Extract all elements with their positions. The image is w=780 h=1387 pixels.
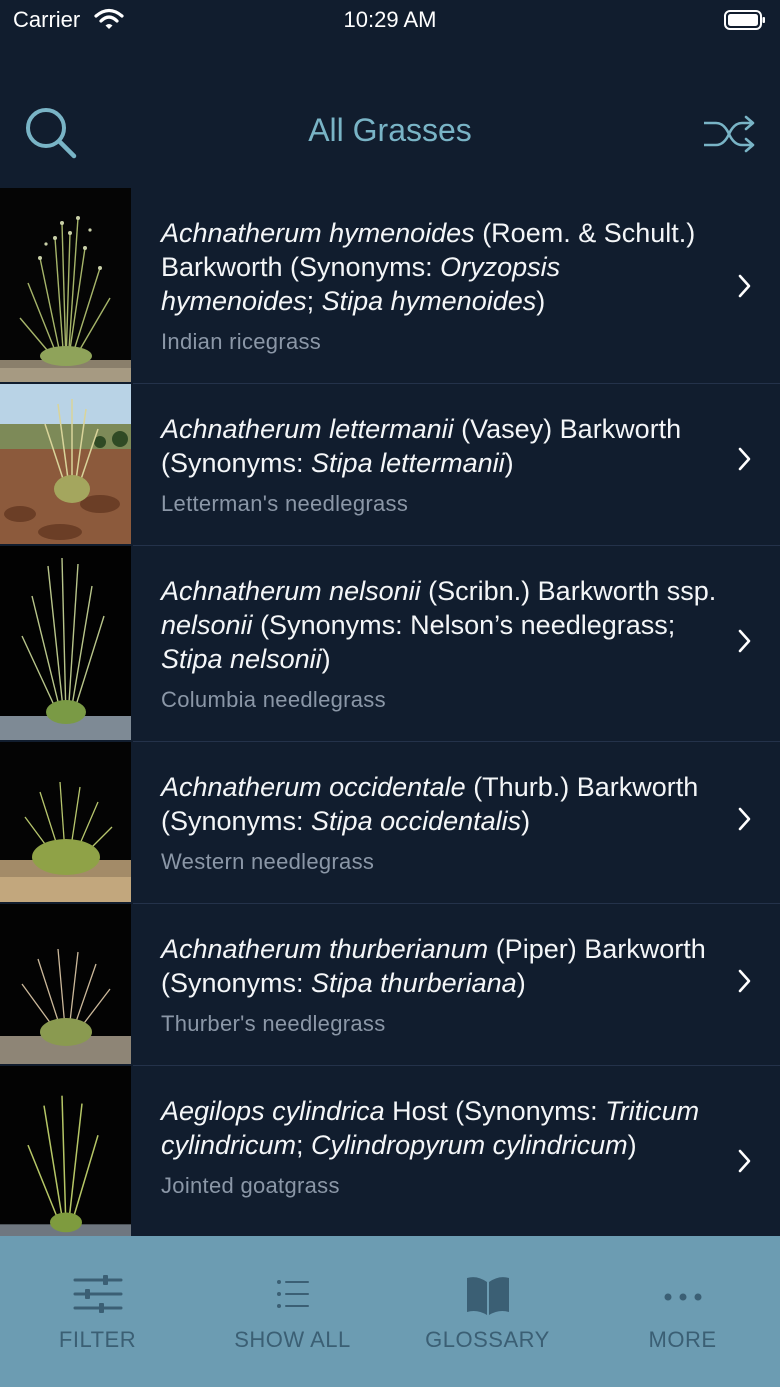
name-segment: (Scribn.) Barkworth ssp. (420, 576, 717, 606)
chevron-right-icon (738, 629, 751, 653)
name-segment: ) (321, 644, 331, 674)
grass-list[interactable]: Achnatherum hymenoides (Roem. & Schult.)… (0, 188, 780, 1236)
scientific-name: Achnatherum occidentale (Thurb.) Barkwor… (161, 770, 717, 838)
list-item[interactable]: Achnatherum lettermanii (Vasey) Barkwort… (0, 384, 780, 546)
list-icon (276, 1280, 309, 1308)
list-item[interactable]: Achnatherum nelsonii (Scribn.) Barkworth… (0, 546, 780, 742)
common-name: Jointed goatgrass (161, 1173, 340, 1198)
name-segment: ) (536, 286, 546, 316)
list-item[interactable]: Achnatherum hymenoides (Roem. & Schult.)… (0, 188, 780, 384)
grass-thumbnail (0, 742, 131, 902)
grass-thumbnail (0, 384, 131, 544)
battery-icon (724, 10, 765, 30)
name-segment: ) (516, 968, 526, 998)
name-segment: Host (Synonyms: (384, 1096, 606, 1126)
italic-name-segment: Stipa hymenoides (321, 286, 537, 316)
more-dots-icon (664, 1293, 701, 1301)
name-segment: ; (296, 1130, 312, 1160)
name-segment: ) (521, 806, 531, 836)
grass-item-text: Achnatherum thurberianum (Piper) Barkwor… (161, 932, 717, 1038)
italic-name-segment: Achnatherum nelsonii (161, 576, 421, 606)
tab-filter-label: FILTER (58, 1327, 137, 1352)
tab-show-all-label: SHOW ALL (234, 1327, 351, 1352)
scientific-name: Aegilops cylindrica Host (Synonyms: Trit… (161, 1094, 717, 1162)
scientific-name: Achnatherum lettermanii (Vasey) Barkwort… (161, 412, 717, 480)
book-icon (466, 1277, 509, 1315)
italic-name-segment: Achnatherum occidentale (161, 772, 466, 802)
grass-item-text: Achnatherum lettermanii (Vasey) Barkwort… (161, 412, 717, 518)
grass-item-text: Achnatherum occidentale (Thurb.) Barkwor… (161, 770, 717, 876)
grass-item-text: Aegilops cylindrica Host (Synonyms: Trit… (161, 1094, 717, 1200)
tab-glossary[interactable]: GLOSSARY (390, 1236, 585, 1387)
scientific-name: Achnatherum thurberianum (Piper) Barkwor… (161, 932, 717, 1000)
chevron-right-icon (738, 274, 751, 298)
grass-item-text: Achnatherum nelsonii (Scribn.) Barkworth… (161, 574, 717, 714)
tab-glossary-label: GLOSSARY (425, 1327, 550, 1352)
grass-thumbnail (0, 904, 131, 1064)
scientific-name: Achnatherum hymenoides (Roem. & Schult.)… (161, 216, 717, 318)
italic-name-segment: Stipa thurberiana (311, 968, 517, 998)
sliders-icon (73, 1275, 122, 1313)
tab-show-all[interactable]: SHOW ALL (195, 1236, 390, 1387)
grass-item-text: Achnatherum hymenoides (Roem. & Schult.)… (161, 216, 717, 356)
list-item[interactable]: Achnatherum occidentale (Thurb.) Barkwor… (0, 742, 780, 904)
grass-thumbnail (0, 1066, 131, 1236)
italic-name-segment: Stipa occidentalis (311, 806, 522, 836)
common-name: Western needlegrass (161, 849, 375, 874)
italic-name-segment: Achnatherum thurberianum (161, 934, 489, 964)
grass-thumbnail (0, 188, 131, 382)
tab-more[interactable]: MORE (585, 1236, 780, 1387)
name-segment: (Synonyms: Nelson’s needlegrass; (252, 610, 676, 640)
tab-more-label: MORE (648, 1327, 717, 1352)
list-item[interactable]: Aegilops cylindrica Host (Synonyms: Trit… (0, 1066, 780, 1236)
italic-name-segment: Stipa lettermanii (311, 448, 505, 478)
common-name: Indian ricegrass (161, 329, 322, 354)
chevron-right-icon (738, 807, 751, 831)
shuffle-icon[interactable] (702, 114, 756, 154)
italic-name-segment: nelsonii (161, 610, 253, 640)
common-name: Thurber's needlegrass (161, 1011, 386, 1036)
tab-bar: FILTER SHOW ALL GLOSSARY MORE (0, 1236, 780, 1387)
chevron-right-icon (738, 447, 751, 471)
grass-thumbnail (0, 546, 131, 740)
chevron-right-icon (738, 969, 751, 993)
italic-name-segment: Stipa nelsonii (161, 644, 322, 674)
navigation-bar: All Grasses (0, 40, 780, 188)
italic-name-segment: Achnatherum hymenoides (161, 218, 475, 248)
page-title: All Grasses (308, 112, 472, 148)
tab-filter[interactable]: FILTER (0, 1236, 195, 1387)
status-bar: Carrier 10:29 AM (0, 0, 780, 40)
italic-name-segment: Cylindropyrum cylindricum (311, 1130, 628, 1160)
common-name: Columbia needlegrass (161, 687, 386, 712)
name-segment: ) (627, 1130, 637, 1160)
name-segment: ) (504, 448, 514, 478)
list-item[interactable]: Achnatherum thurberianum (Piper) Barkwor… (0, 904, 780, 1066)
italic-name-segment: Achnatherum lettermanii (161, 414, 454, 444)
italic-name-segment: Aegilops cylindrica (161, 1096, 385, 1126)
scientific-name: Achnatherum nelsonii (Scribn.) Barkworth… (161, 574, 717, 676)
clock-label: 10:29 AM (343, 7, 437, 32)
name-segment: ; (306, 286, 322, 316)
common-name: Letterman's needlegrass (161, 491, 409, 516)
chevron-right-icon (738, 1149, 751, 1173)
